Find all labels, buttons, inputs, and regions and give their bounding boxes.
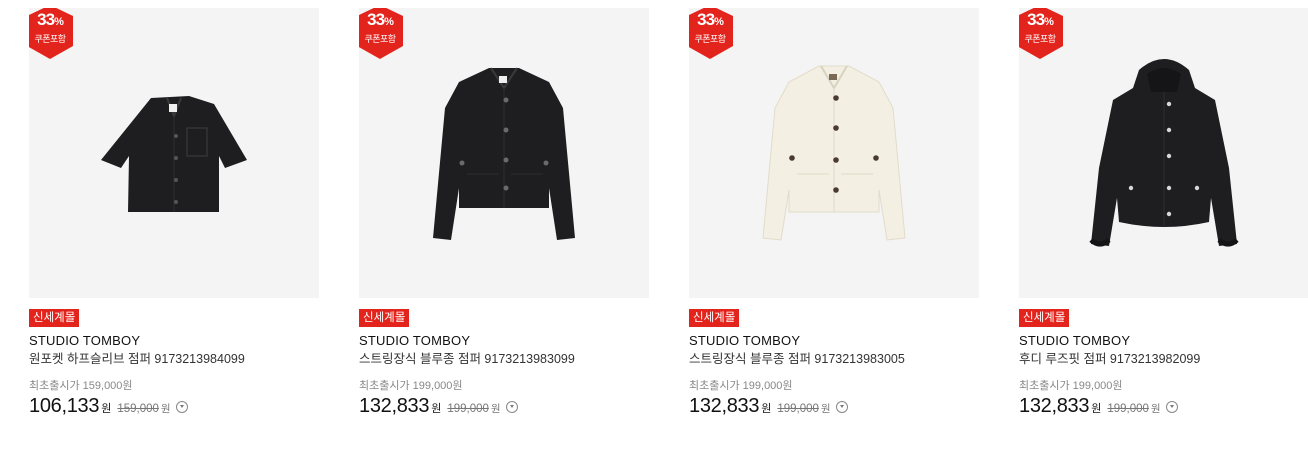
- currency-unit: 원: [1091, 403, 1102, 415]
- product-name[interactable]: 스트링장식 블루종 점퍼 9173213983005: [689, 351, 979, 367]
- price-row: 106,133 원 159,000 원: [29, 395, 319, 418]
- product-image[interactable]: 33% 쿠폰포함: [1019, 8, 1308, 298]
- price-row: 132,833 원 199,000 원: [689, 395, 979, 418]
- currency-unit: 원: [761, 403, 772, 415]
- sale-price: 132,833: [1019, 395, 1090, 417]
- discount-badge: 33% 쿠폰포함: [359, 8, 405, 60]
- currency-unit: 원: [160, 403, 171, 415]
- brand-name[interactable]: STUDIO TOMBOY: [1019, 333, 1308, 349]
- sale-price: 132,833: [359, 395, 430, 417]
- price-info-icon[interactable]: [505, 401, 518, 413]
- list-price: 199,000: [447, 403, 489, 415]
- currency-unit: 원: [820, 403, 831, 415]
- store-tag: 신세계몰: [1019, 309, 1070, 327]
- original-price-label: 최초출시가 199,000원: [359, 380, 463, 392]
- price-info-icon[interactable]: [1165, 401, 1178, 413]
- product-card[interactable]: 33% 쿠폰포함 신세계몰 STUDIO TOMBOY 스트링장식 블루종 점퍼…: [689, 8, 979, 418]
- currency-unit: 원: [101, 403, 112, 415]
- currency-unit: 원: [490, 403, 501, 415]
- list-price: 159,000: [117, 403, 159, 415]
- price-row: 132,833 원 199,000 원: [1019, 395, 1308, 418]
- product-grid: 33% 쿠폰포함 신세계몰 STUDIO TOMBOY 원포켓 하프슬리브 점퍼…: [0, 0, 1308, 452]
- price-info-icon[interactable]: [175, 401, 188, 413]
- currency-unit: 원: [1150, 403, 1161, 415]
- discount-badge: 33% 쿠폰포함: [689, 8, 735, 60]
- original-price-label: 최초출시가 159,000원: [29, 380, 133, 392]
- store-tag: 신세계몰: [29, 309, 80, 327]
- product-name[interactable]: 후디 루즈핏 점퍼 9173213982099: [1019, 351, 1308, 367]
- price-row: 132,833 원 199,000 원: [359, 395, 649, 418]
- sale-price: 106,133: [29, 395, 100, 417]
- store-tag: 신세계몰: [689, 309, 740, 327]
- brand-name[interactable]: STUDIO TOMBOY: [689, 333, 979, 349]
- original-price-label: 최초출시가 199,000원: [1019, 380, 1123, 392]
- price-info-icon[interactable]: [835, 401, 848, 413]
- discount-badge: 33% 쿠폰포함: [29, 8, 75, 60]
- brand-name[interactable]: STUDIO TOMBOY: [359, 333, 649, 349]
- sale-price: 132,833: [689, 395, 760, 417]
- product-image[interactable]: 33% 쿠폰포함: [359, 8, 649, 298]
- product-card[interactable]: 33% 쿠폰포함 신세계몰 STUDIO TOMBOY 후디 루즈핏 점퍼 91…: [1019, 8, 1308, 418]
- product-image[interactable]: 33% 쿠폰포함: [689, 8, 979, 298]
- list-price: 199,000: [1107, 403, 1149, 415]
- brand-name[interactable]: STUDIO TOMBOY: [29, 333, 319, 349]
- original-price-label: 최초출시가 199,000원: [689, 380, 793, 392]
- product-name[interactable]: 원포켓 하프슬리브 점퍼 9173213984099: [29, 351, 319, 367]
- list-price: 199,000: [777, 403, 819, 415]
- discount-badge: 33% 쿠폰포함: [1019, 8, 1065, 60]
- currency-unit: 원: [431, 403, 442, 415]
- product-card[interactable]: 33% 쿠폰포함 신세계몰 STUDIO TOMBOY 원포켓 하프슬리브 점퍼…: [29, 8, 319, 418]
- store-tag: 신세계몰: [359, 309, 410, 327]
- product-name[interactable]: 스트링장식 블루종 점퍼 9173213983099: [359, 351, 649, 367]
- product-image[interactable]: 33% 쿠폰포함: [29, 8, 319, 298]
- product-card[interactable]: 33% 쿠폰포함 신세계몰 STUDIO TOMBOY 스트링장식 블루종 점퍼…: [359, 8, 649, 418]
